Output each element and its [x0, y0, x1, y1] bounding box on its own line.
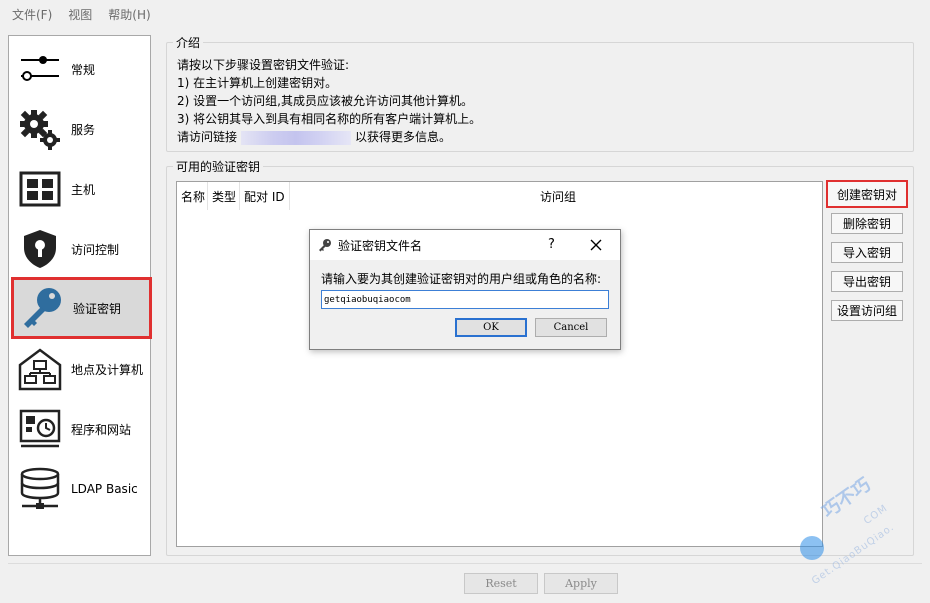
dialog-prompt: 请输入要为其创建验证密钥对的用户组或角色的名称: — [321, 272, 602, 286]
ok-button[interactable]: OK — [455, 318, 527, 337]
menu-file[interactable]: 文件(F) — [4, 6, 60, 23]
intro-line-prefix: 请访问链接 — [177, 130, 238, 144]
watermark-logo-icon — [800, 536, 824, 560]
grid-icon — [17, 166, 63, 212]
watermark-domain: Get.QiaoBuQiao. — [810, 521, 897, 588]
sidebar-item-label: LDAP Basic — [71, 482, 138, 496]
set-access-group-button[interactable]: 设置访问组 — [831, 300, 903, 321]
column-type[interactable]: 类型 — [208, 182, 240, 210]
menu-view[interactable]: 视图 — [60, 6, 100, 23]
reset-button[interactable]: Reset — [464, 573, 538, 594]
intro-line: 请访问链接 以获得更多信息。 — [177, 128, 451, 145]
watermark: 巧不巧 COM Get.QiaoBuQiao. — [790, 470, 930, 600]
sidebar-item-locations[interactable]: 地点及计算机 — [9, 339, 150, 399]
sidebar-item-programs[interactable]: 程序和网站 — [9, 399, 150, 459]
delete-key-button[interactable]: 删除密钥 — [831, 213, 903, 234]
sidebar-item-label: 服务 — [71, 122, 96, 137]
key-name-dialog: 验证密钥文件名 ? 请输入要为其创建验证密钥对的用户组或角色的名称: OK Ca… — [309, 229, 621, 350]
cancel-button[interactable]: Cancel — [535, 318, 607, 337]
sidebar-item-access-control[interactable]: 访问控制 — [9, 219, 150, 279]
help-link[interactable] — [241, 130, 352, 145]
bottom-divider — [8, 563, 922, 564]
sidebar-item-label: 验证密钥 — [73, 301, 122, 316]
help-icon[interactable]: ? — [548, 237, 555, 252]
dialog-title: 验证密钥文件名 — [338, 238, 423, 253]
dialog-titlebar[interactable]: 验证密钥文件名 — [310, 230, 620, 260]
column-pair-id[interactable]: 配对 ID — [240, 182, 290, 210]
close-icon[interactable] — [589, 238, 603, 252]
intro-line: 3) 将公钥其导入到具有相同名称的所有客户端计算机上。 — [177, 112, 482, 126]
gears-icon — [17, 106, 63, 152]
sidebar: 常规 服务 主机 访问控制 验证密钥 地点及计算机 程序和网站 LDAP Bas… — [8, 35, 152, 556]
house-network-icon — [17, 346, 63, 392]
program-clock-icon — [17, 406, 63, 452]
export-key-button[interactable]: 导出密钥 — [831, 271, 903, 292]
intro-group-title: 介绍 — [173, 34, 204, 51]
create-keypair-button[interactable]: 创建密钥对 — [826, 180, 908, 208]
sidebar-item-label: 程序和网站 — [71, 422, 132, 437]
table-header: 名称 类型 配对 ID 访问组 — [177, 182, 822, 210]
group-name-input[interactable] — [321, 290, 609, 309]
column-name[interactable]: 名称 — [177, 182, 208, 210]
menu-bar: 文件(F) 视图 帮助(H) — [0, 0, 930, 28]
apply-button[interactable]: Apply — [544, 573, 618, 594]
key-small-icon — [318, 238, 332, 252]
sidebar-item-general[interactable]: 常规 — [9, 39, 150, 99]
sidebar-item-label: 访问控制 — [71, 242, 120, 257]
intro-line: 1) 在主计算机上创建密钥对。 — [177, 76, 338, 90]
menu-help[interactable]: 帮助(H) — [100, 6, 158, 23]
keys-group-title: 可用的验证密钥 — [173, 158, 264, 175]
sidebar-item-label: 常规 — [71, 62, 96, 77]
intro-line: 请按以下步骤设置密钥文件验证: — [177, 58, 350, 72]
sidebar-item-ldap-basic[interactable]: LDAP Basic — [9, 459, 150, 519]
sidebar-item-hosts[interactable]: 主机 — [9, 159, 150, 219]
import-key-button[interactable]: 导入密钥 — [831, 242, 903, 263]
intro-line: 2) 设置一个访问组,其成员应该被允许访问其他计算机。 — [177, 94, 473, 108]
sidebar-item-services[interactable]: 服务 — [9, 99, 150, 159]
key-icon — [19, 285, 65, 331]
sidebar-item-label: 主机 — [71, 182, 96, 197]
database-icon — [17, 466, 63, 512]
sidebar-item-auth-keys[interactable]: 验证密钥 — [11, 277, 152, 339]
intro-line-suffix: 以获得更多信息。 — [355, 130, 452, 144]
sliders-icon — [17, 46, 63, 92]
shield-lock-icon — [17, 226, 63, 272]
column-access-group[interactable]: 访问组 — [290, 182, 822, 210]
sidebar-item-label: 地点及计算机 — [71, 362, 144, 377]
